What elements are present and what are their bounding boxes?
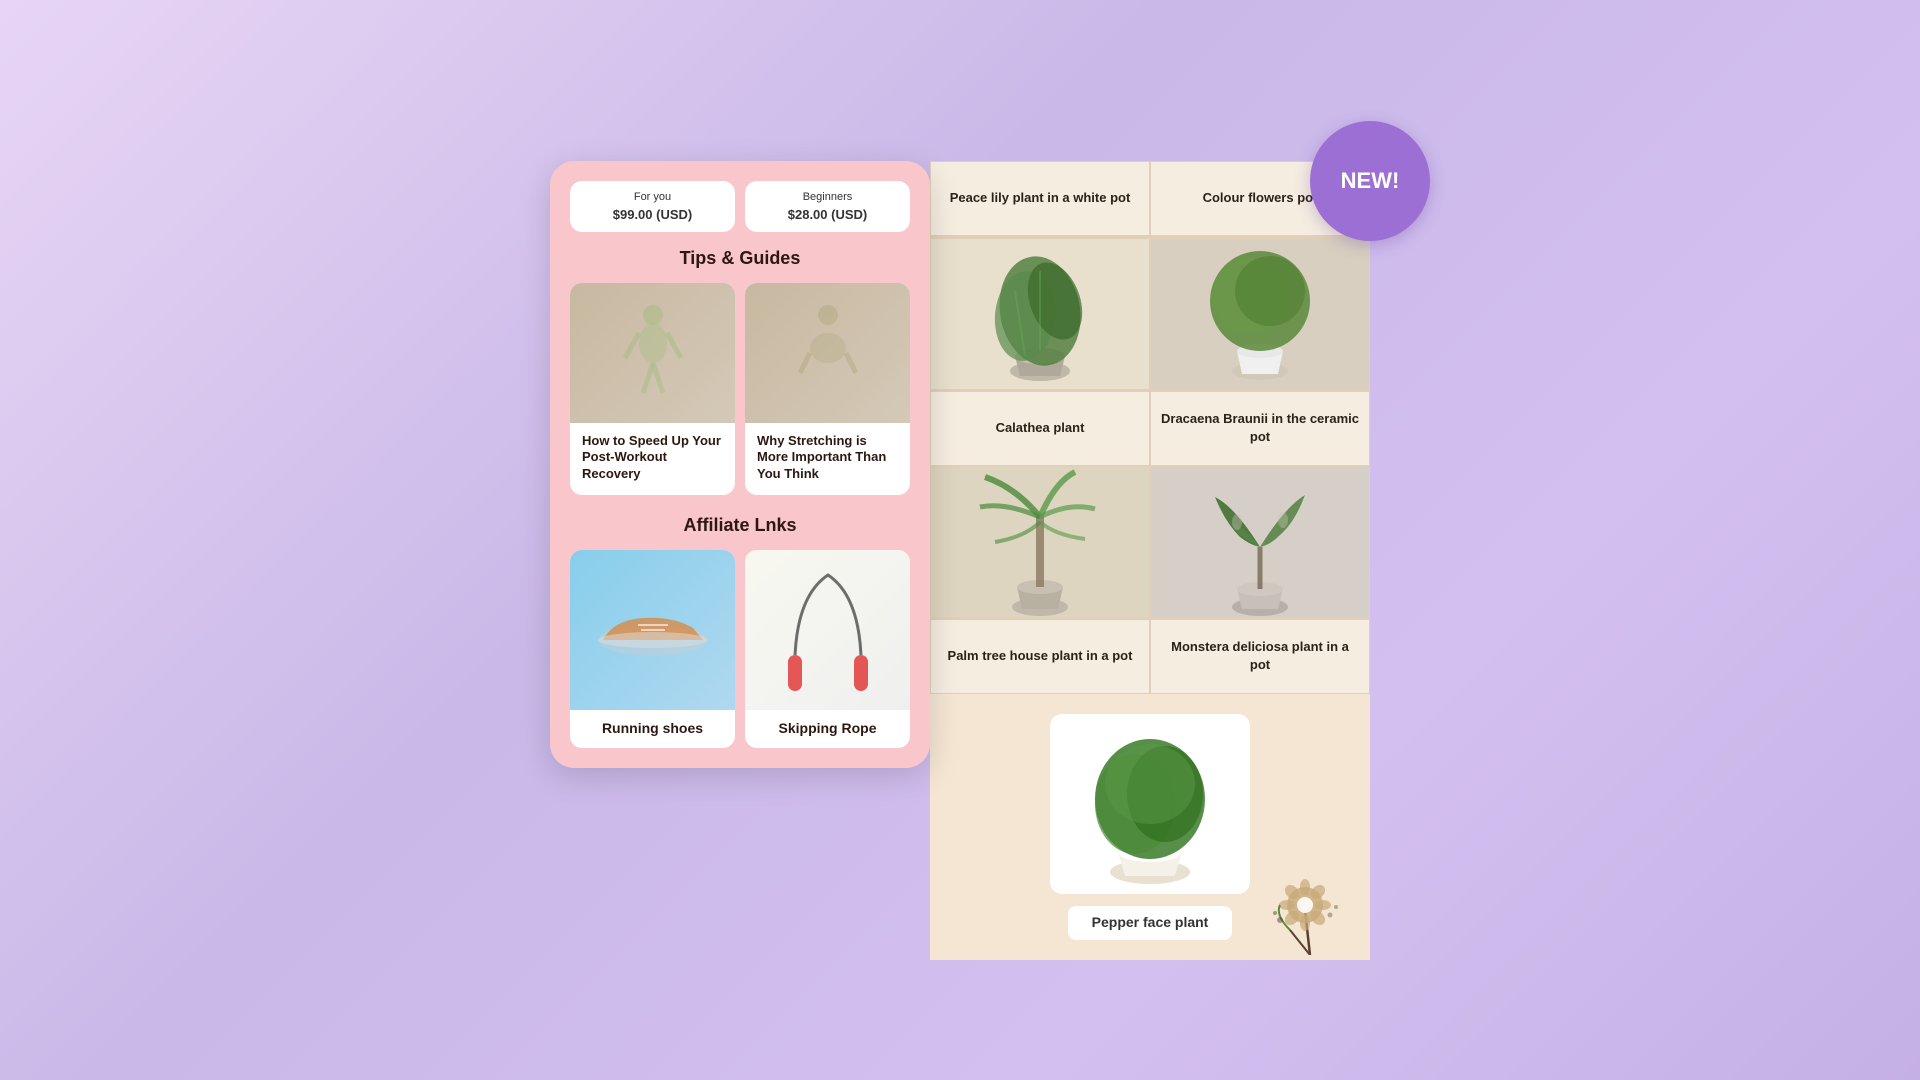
price-card-for-you[interactable]: For you $99.00 (USD)	[570, 181, 735, 232]
guide-card-recovery[interactable]: How to Speed Up Your Post-Workout Recove…	[570, 283, 735, 496]
left-panel: For you $99.00 (USD) Beginners $28.00 (U…	[550, 161, 930, 769]
guides-grid: How to Speed Up Your Post-Workout Recove…	[570, 283, 910, 496]
flower-decoration	[1260, 865, 1360, 960]
guide-card-label: Why Stretching is More Important Than Yo…	[745, 423, 910, 496]
plant-name-monstera[interactable]: Monstera deliciosa plant in a pot	[1150, 619, 1370, 694]
affiliate-card-rope[interactable]: Skipping Rope	[745, 550, 910, 748]
affiliate-card-label: Running shoes	[570, 710, 735, 748]
rope-image	[745, 550, 910, 710]
price-value: $28.00 (USD)	[755, 207, 900, 222]
price-row: For you $99.00 (USD) Beginners $28.00 (U…	[570, 181, 910, 232]
guide-image-stretching	[745, 283, 910, 423]
plant-name-calathea[interactable]: Calathea plant	[930, 391, 1150, 466]
affiliate-section-title: Affiliate Lnks	[570, 515, 910, 536]
price-card-title: For you	[580, 191, 725, 203]
guide-image-recovery	[570, 283, 735, 423]
main-container: For you $99.00 (USD) Beginners $28.00 (U…	[550, 161, 1370, 960]
shoe-image	[570, 550, 735, 710]
affiliate-card-label: Skipping Rope	[745, 710, 910, 748]
tips-section-title: Tips & Guides	[570, 248, 910, 269]
right-panel: NEW! Peace lily plant in a white pot Col…	[930, 161, 1370, 960]
new-badge: NEW!	[1310, 121, 1430, 241]
plant-image-calathea[interactable]	[930, 238, 1150, 390]
price-card-title: Beginners	[755, 191, 900, 203]
plant-name-peace-lily[interactable]: Peace lily plant in a white pot	[930, 161, 1150, 236]
plant-image-monstera[interactable]	[1150, 466, 1370, 618]
plant-image-dracaena[interactable]	[1150, 238, 1370, 390]
guide-card-stretching[interactable]: Why Stretching is More Important Than Yo…	[745, 283, 910, 496]
plant-name-pepper: Pepper face plant	[1092, 914, 1209, 930]
plant-name-palm[interactable]: Palm tree house plant in a pot	[930, 619, 1150, 694]
price-value: $99.00 (USD)	[580, 207, 725, 222]
plant-image-palm[interactable]	[930, 466, 1150, 618]
guide-card-label: How to Speed Up Your Post-Workout Recove…	[570, 423, 735, 496]
price-card-beginners[interactable]: Beginners $28.00 (USD)	[745, 181, 910, 232]
plant-name-dracaena[interactable]: Dracaena Braunii in the ceramic pot	[1150, 391, 1370, 466]
affiliate-card-shoes[interactable]: Running shoes	[570, 550, 735, 748]
affiliate-grid: Running shoes Skipping Rope	[570, 550, 910, 748]
